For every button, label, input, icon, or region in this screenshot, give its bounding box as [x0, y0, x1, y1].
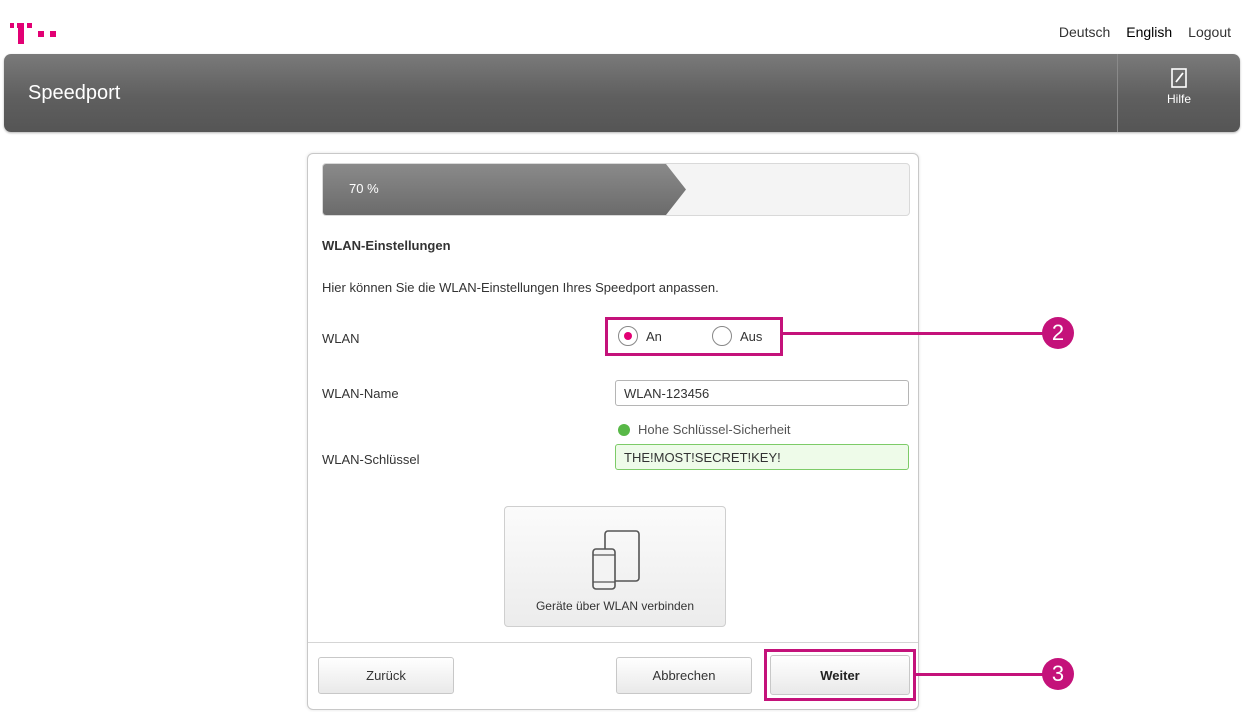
wlan-key-input[interactable] — [615, 444, 909, 470]
connect-devices-button[interactable]: Geräte über WLAN verbinden — [504, 506, 726, 627]
logout-link[interactable]: Logout — [1188, 24, 1231, 40]
wlan-name-input[interactable] — [615, 380, 909, 406]
help-label: Hilfe — [1166, 92, 1191, 106]
language-english-link[interactable]: English — [1126, 24, 1172, 40]
wlan-key-label: WLAN-Schlüssel — [322, 452, 420, 467]
language-deutsch-link[interactable]: Deutsch — [1059, 24, 1110, 40]
intro-text: Hier können Sie die WLAN-Einstellungen I… — [322, 280, 719, 295]
key-strength-indicator: Hohe Schlüssel-Sicherheit — [618, 422, 790, 437]
connect-devices-label: Geräte über WLAN verbinden — [535, 599, 695, 613]
progress-bar: 70 % — [322, 163, 910, 216]
footer-divider — [308, 642, 918, 643]
app-title: Speedport — [28, 82, 121, 104]
callout-line-radio — [782, 332, 1046, 335]
next-highlight-box — [764, 649, 916, 701]
devices-icon — [592, 530, 640, 590]
progress-fill — [323, 164, 686, 215]
help-button[interactable]: Hilfe — [1154, 68, 1204, 106]
progress-label: 70 % — [349, 181, 379, 196]
callout-line-next — [915, 673, 1045, 676]
header-divider — [1117, 54, 1118, 132]
radio-highlight-box — [605, 317, 783, 356]
section-title: WLAN-Einstellungen — [322, 238, 451, 253]
cancel-button[interactable]: Abbrechen — [616, 657, 752, 694]
telekom-t-icon — [10, 20, 32, 44]
wlan-name-label: WLAN-Name — [322, 386, 399, 401]
header-bar: Speedport Hilfe — [4, 54, 1240, 132]
top-links: Deutsch English Logout — [1059, 24, 1231, 40]
callout-radio: 2 — [1042, 317, 1074, 349]
wlan-label: WLAN — [322, 331, 360, 346]
check-icon — [618, 423, 630, 436]
callout-next: 3 — [1042, 658, 1074, 690]
key-strength-text: Hohe Schlüssel-Sicherheit — [638, 422, 791, 437]
telekom-logo — [10, 20, 56, 44]
wlan-setup-dialog: 70 % WLAN-Einstellungen Hier können Sie … — [307, 153, 919, 710]
help-book-icon — [1171, 68, 1187, 88]
back-button[interactable]: Zurück — [318, 657, 454, 694]
